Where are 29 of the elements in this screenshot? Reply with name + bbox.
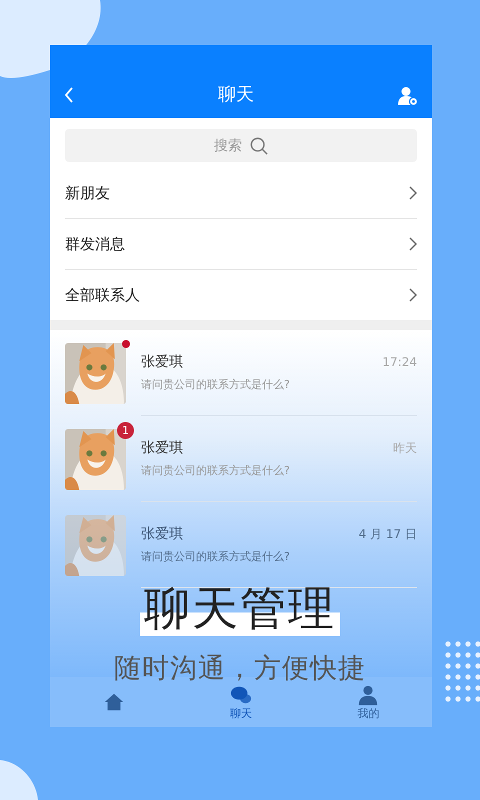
chevron-right-icon	[409, 237, 417, 251]
contact-name: 张爱琪	[141, 525, 183, 543]
chevron-right-icon	[409, 186, 417, 200]
screen-title: 聊天	[218, 83, 254, 106]
menu-item[interactable]: 群发消息	[65, 219, 417, 270]
search-icon	[250, 136, 268, 154]
chevron-right-icon	[409, 288, 417, 302]
chat-item[interactable]: 张爱琪 17:24 请问贵公司的联系方式是什么?	[50, 330, 432, 416]
message-time: 4 月 17 日	[358, 526, 417, 542]
message-preview: 请问贵公司的联系方式是什么?	[141, 463, 291, 478]
unread-count: 1	[117, 422, 134, 438]
user-settings-icon[interactable]	[398, 86, 418, 106]
tab-item[interactable]: 聊天	[230, 684, 252, 720]
contact-name: 张爱琪	[141, 439, 183, 457]
message-preview: 请问贵公司的联系方式是什么?	[141, 377, 291, 392]
home-icon	[102, 691, 125, 713]
message-time: 昨天	[393, 440, 417, 456]
unread-dot	[122, 340, 130, 348]
tab-item[interactable]	[102, 691, 125, 713]
menu-item[interactable]: 全部联系人	[65, 270, 417, 320]
message-time: 17:24	[382, 355, 417, 369]
message-preview: 请问贵公司的联系方式是什么?	[141, 549, 291, 564]
promo-subtitle: 随时沟通，方便快捷	[114, 652, 366, 686]
decorative-blob	[0, 760, 40, 800]
contact-name: 张爱琪	[141, 353, 183, 371]
back-icon[interactable]	[64, 86, 74, 104]
person-icon	[357, 684, 380, 706]
chat-item[interactable]: 1 张爱琪 昨天 请问贵公司的联系方式是什么?	[50, 416, 432, 502]
menu-item[interactable]: 新朋友	[65, 168, 417, 219]
